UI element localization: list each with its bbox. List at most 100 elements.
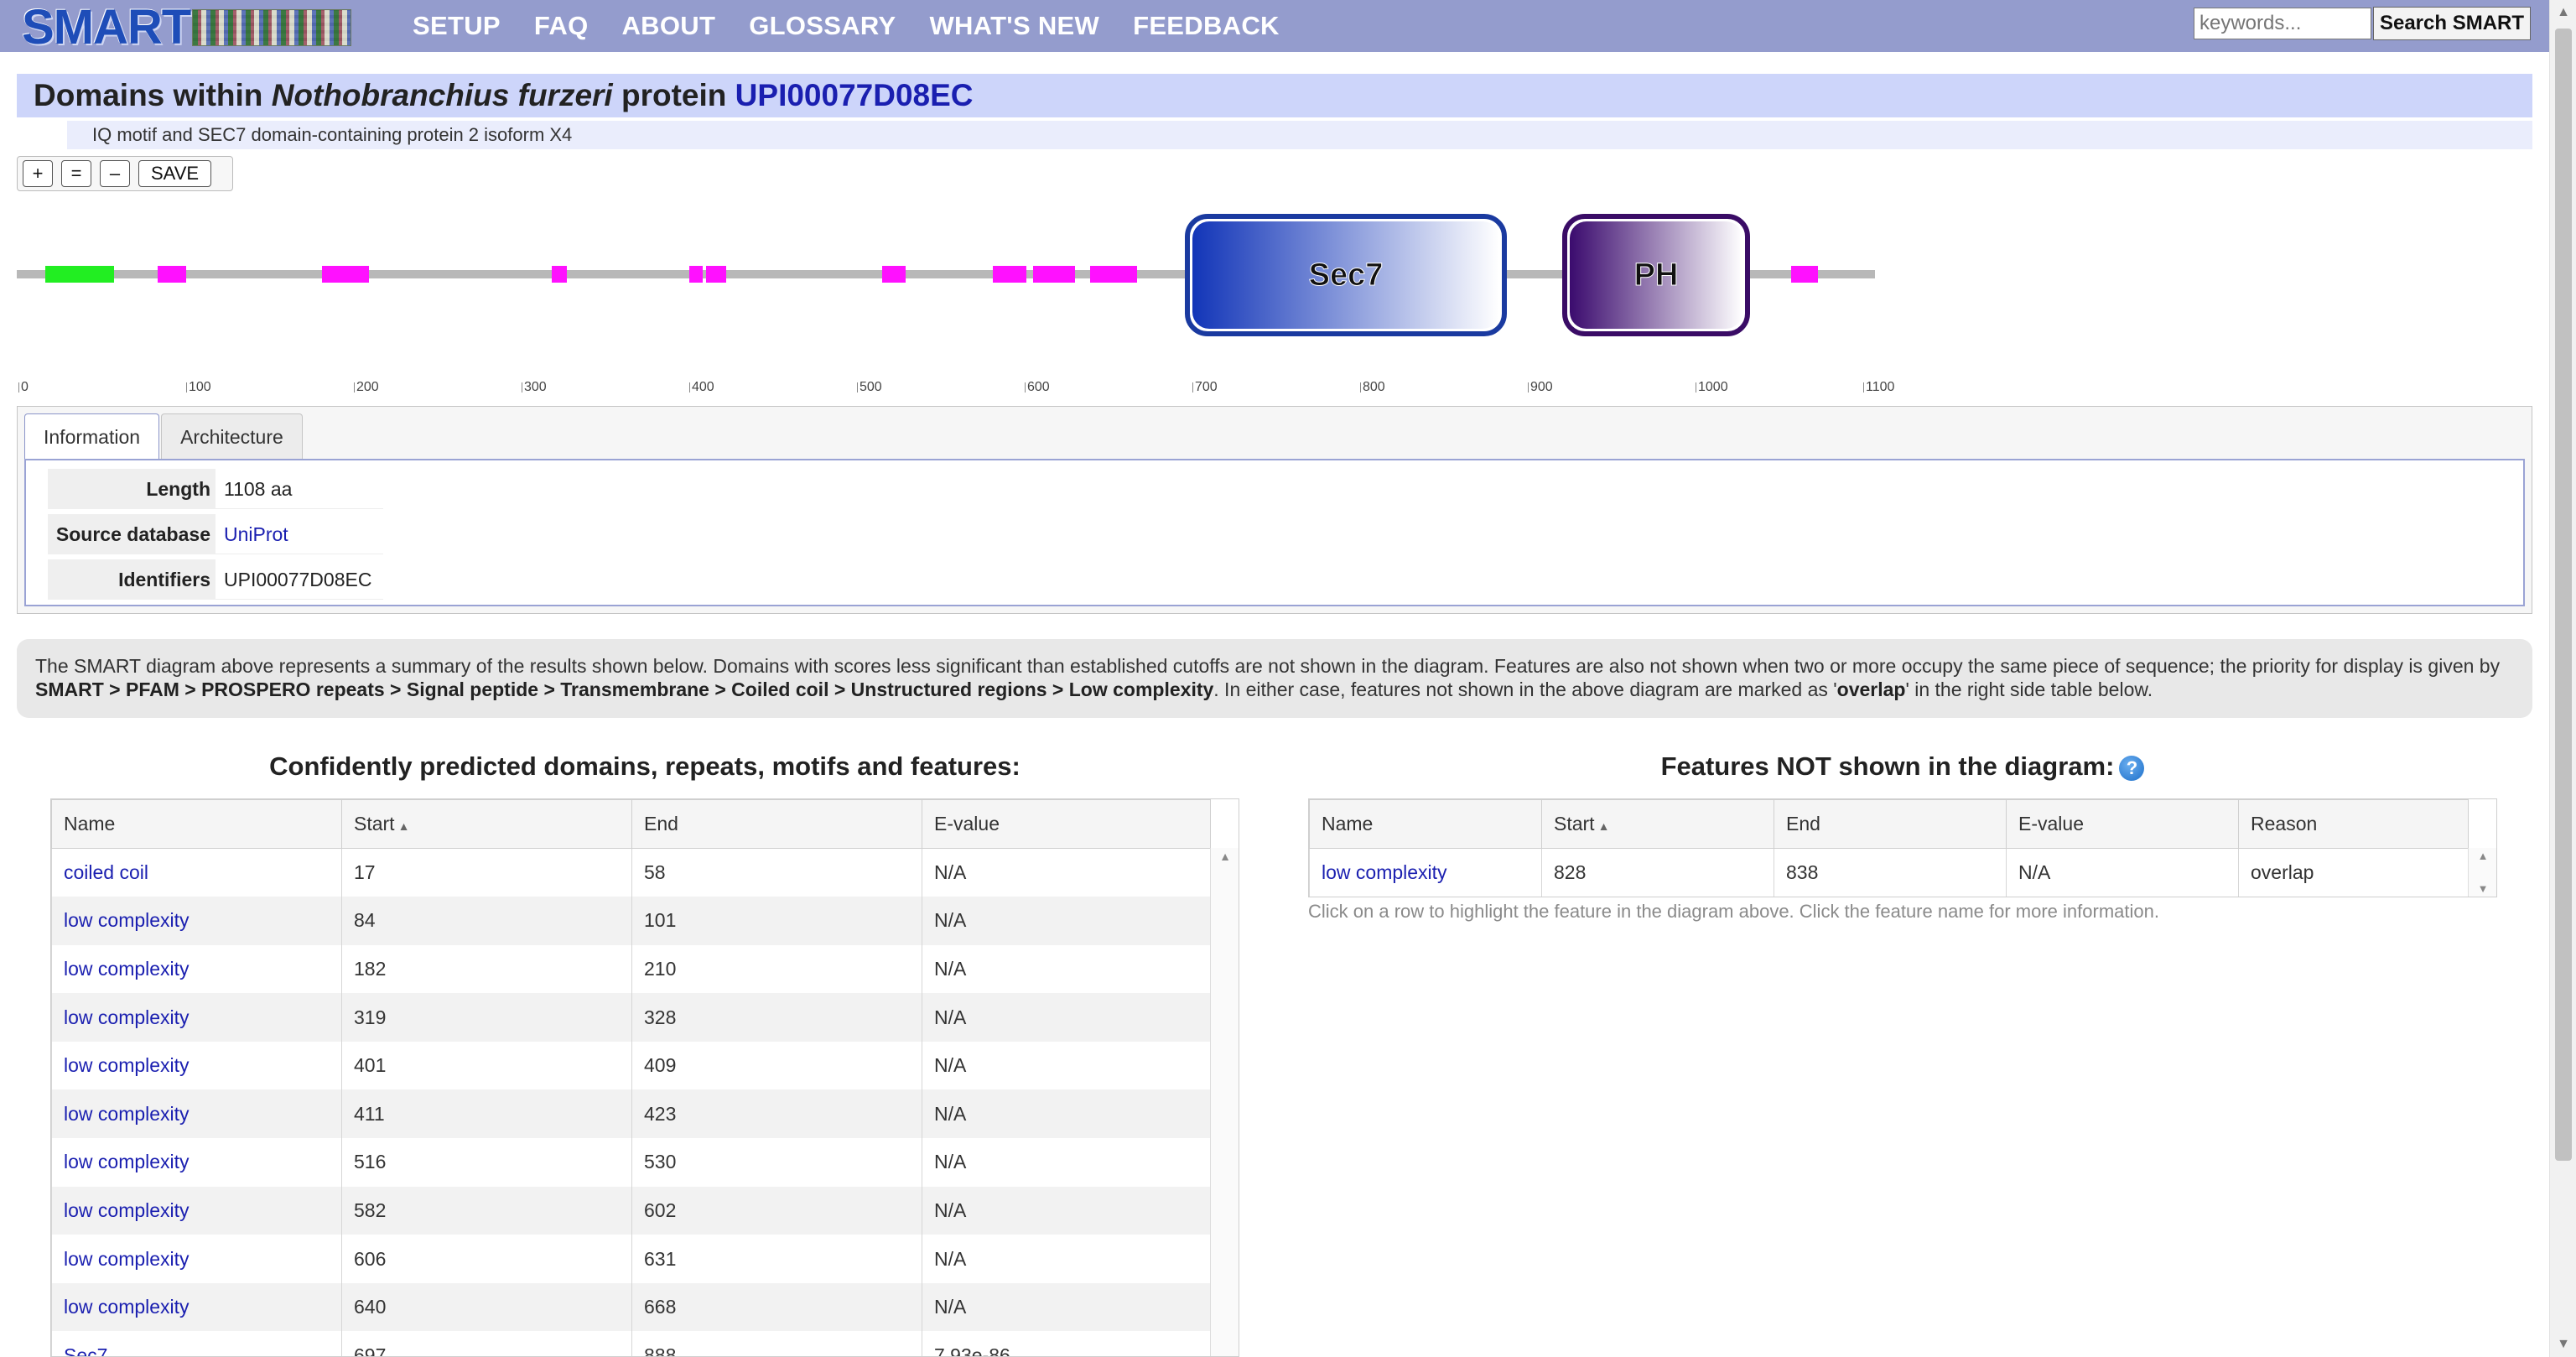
axis-tick-label: 0	[18, 381, 29, 394]
table-row[interactable]: low complexity 606 631 N/A	[51, 1235, 1211, 1283]
table-cell: 17	[341, 848, 632, 897]
low-complexity-feature[interactable]	[993, 266, 1026, 283]
feature-name-link[interactable]: low complexity	[64, 1103, 190, 1125]
nav-link-glossary[interactable]: GLOSSARY	[749, 11, 896, 41]
table-cell: 409	[631, 1041, 922, 1090]
low-complexity-feature[interactable]	[322, 266, 369, 283]
feature-name-link[interactable]: low complexity	[64, 1199, 190, 1221]
table-row[interactable]: coiled coil 17 58 N/A	[51, 848, 1211, 897]
column-header-reason[interactable]: Reason	[2238, 799, 2469, 849]
table-cell: low complexity	[51, 1041, 342, 1090]
logo-text: SMART	[22, 0, 191, 55]
low-complexity-feature[interactable]	[1033, 266, 1075, 283]
table-row[interactable]: low complexity 401 409 N/A	[51, 1041, 1211, 1090]
smart-logo[interactable]: SMART	[22, 0, 381, 55]
domain-ph[interactable]: PH	[1562, 214, 1750, 336]
table-cell: 423	[631, 1089, 922, 1139]
column-header-start-label: Start	[354, 813, 395, 834]
zoom-in-button[interactable]: +	[23, 160, 53, 187]
scroll-thumb[interactable]	[2555, 29, 2572, 1161]
column-header-evalue[interactable]: E-value	[2006, 799, 2239, 849]
axis-tick-label: 700	[1192, 381, 1218, 394]
help-icon[interactable]: ?	[2119, 755, 2145, 781]
low-complexity-feature[interactable]	[1791, 266, 1818, 283]
tab-information[interactable]: Information	[24, 413, 160, 460]
table-row[interactable]: Sec7 697 888 7.93e-86	[51, 1331, 1211, 1356]
table-header-row: Name Start ▲ End E-value Reason	[1309, 799, 2469, 849]
table-row[interactable]: low complexity 828 838 N/A overlap	[1309, 848, 2469, 897]
zoom-out-button[interactable]: –	[100, 160, 130, 187]
scroll-up-arrow-icon[interactable]: ▲	[2550, 0, 2576, 25]
nav-link-whats-new[interactable]: WHAT'S NEW	[929, 11, 1099, 41]
axis-tick-label: 200	[354, 381, 379, 394]
table-row[interactable]: low complexity 516 530 N/A	[51, 1138, 1211, 1187]
table-cell: N/A	[922, 897, 1211, 945]
hidden-features-table: Name Start ▲ End E-value Reason low compl…	[1308, 798, 2497, 897]
nav-link-about[interactable]: ABOUT	[622, 11, 716, 41]
column-header-evalue[interactable]: E-value	[922, 799, 1211, 849]
table-header-row: Name Start ▲ End E-value	[51, 799, 1211, 849]
nav-link-setup[interactable]: SETUP	[413, 11, 501, 41]
table-cell: 697	[341, 1331, 632, 1356]
low-complexity-feature[interactable]	[158, 266, 186, 283]
table-cell: 210	[631, 944, 922, 994]
title-accession-link[interactable]: UPI00077D08EC	[735, 78, 974, 112]
save-diagram-button[interactable]: SAVE	[138, 160, 212, 187]
feature-name-link[interactable]: low complexity	[64, 1006, 190, 1028]
note-text-1: The SMART diagram above represents a sum…	[35, 655, 2501, 677]
column-header-start[interactable]: Start ▲	[1541, 799, 1774, 849]
table-row[interactable]: low complexity 182 210 N/A	[51, 944, 1211, 994]
feature-name-link[interactable]: low complexity	[64, 909, 190, 931]
feature-name-link[interactable]: low complexity	[64, 1151, 190, 1172]
column-header-end[interactable]: End	[1774, 799, 2007, 849]
scroll-up-arrow-icon[interactable]: ▲	[2469, 850, 2496, 862]
nav-link-faq[interactable]: FAQ	[534, 11, 589, 41]
feature-name-link[interactable]: Sec7	[64, 1344, 107, 1356]
scroll-down-arrow-icon[interactable]: ▼	[2550, 1332, 2576, 1357]
table-scrollbar[interactable]: ▲	[1210, 848, 1239, 1356]
table-row[interactable]: low complexity 640 668 N/A	[51, 1282, 1211, 1332]
domain-label: Sec7	[1309, 257, 1384, 293]
column-header-end[interactable]: End	[631, 799, 922, 849]
domain-diagram: Sec7 PH 0 100 200 300 400 500 600 700 800 900 1000 1…	[0, 193, 2541, 403]
table-row[interactable]: low complexity 411 423 N/A	[51, 1089, 1211, 1139]
scroll-down-arrow-icon[interactable]: ▼	[2469, 882, 2496, 895]
page-title: Domains within Nothobranchius furzeri pr…	[17, 74, 2532, 117]
domain-sec7[interactable]: Sec7	[1185, 214, 1507, 336]
axis-tick-label: 300	[522, 381, 547, 394]
low-complexity-feature[interactable]	[1090, 266, 1137, 283]
table-cell: 84	[341, 897, 632, 945]
table-row[interactable]: low complexity 84 101 N/A	[51, 897, 1211, 945]
low-complexity-feature[interactable]	[552, 266, 567, 283]
feature-name-link[interactable]: low complexity	[64, 1248, 190, 1270]
nav-link-feedback[interactable]: FEEDBACK	[1133, 11, 1280, 41]
feature-name-link[interactable]: low complexity	[1322, 861, 1447, 883]
zoom-reset-button[interactable]: =	[61, 160, 91, 187]
page-scrollbar[interactable]: ▲ ▼	[2549, 0, 2576, 1357]
coiled-coil-feature[interactable]	[45, 266, 114, 283]
feature-name-link[interactable]: coiled coil	[64, 861, 148, 883]
table-row[interactable]: low complexity 319 328 N/A	[51, 993, 1211, 1042]
table-cell: 516	[341, 1138, 632, 1187]
info-label-identifiers: Identifiers	[48, 559, 216, 600]
column-header-name[interactable]: Name	[51, 799, 342, 849]
feature-name-link[interactable]: low complexity	[64, 958, 190, 980]
low-complexity-feature[interactable]	[706, 266, 726, 283]
tab-architecture[interactable]: Architecture	[161, 413, 303, 460]
axis-tick-label: 400	[689, 381, 714, 394]
table-scrollbar[interactable]: ▲ ▼	[2468, 848, 2496, 897]
column-header-name[interactable]: Name	[1309, 799, 1542, 849]
uniprot-link[interactable]: UniProt	[224, 523, 288, 545]
right-table-heading: Features NOT shown in the diagram:?	[1308, 751, 2497, 782]
feature-name-link[interactable]: low complexity	[64, 1054, 190, 1076]
low-complexity-feature[interactable]	[689, 266, 703, 283]
table-row[interactable]: low complexity 582 602 N/A	[51, 1186, 1211, 1235]
predicted-features-table: Name Start ▲ End E-value coiled coil 17 58 N…	[50, 798, 1239, 1357]
column-header-start[interactable]: Start ▲	[341, 799, 632, 849]
search-input[interactable]	[2194, 8, 2371, 39]
predicted-features-body: coiled coil 17 58 N/A low complexity 84 101 N/A…	[51, 848, 1211, 1356]
scroll-up-arrow-icon[interactable]: ▲	[1211, 850, 1239, 863]
search-button[interactable]: Search SMART	[2373, 7, 2531, 40]
low-complexity-feature[interactable]	[882, 266, 906, 283]
feature-name-link[interactable]: low complexity	[64, 1296, 190, 1318]
